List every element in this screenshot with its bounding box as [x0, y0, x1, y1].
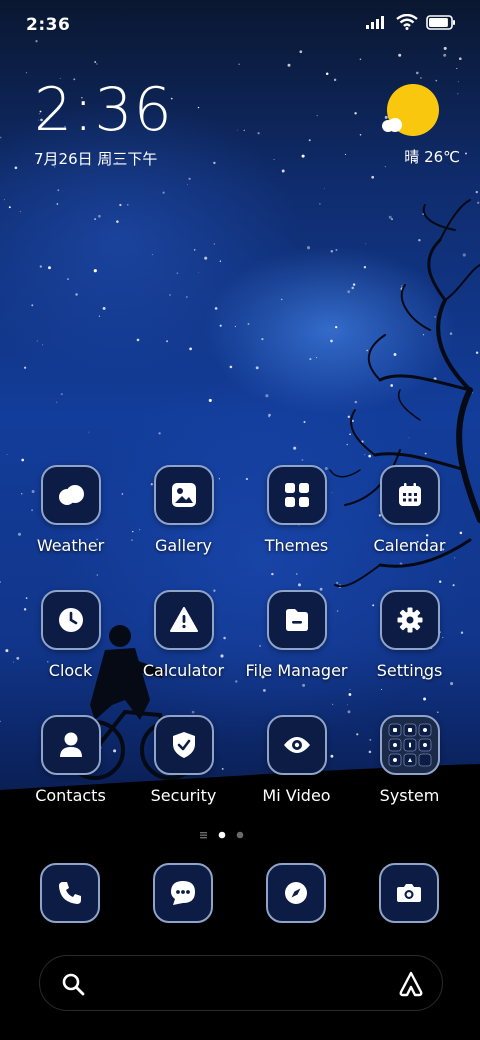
camera-icon [397, 884, 421, 902]
app-file-manager[interactable]: File Manager [240, 590, 353, 680]
gear-icon [397, 607, 422, 633]
clock-widget-date: 7月26日 周三下午 [34, 150, 158, 168]
warning-icon [169, 607, 198, 632]
compass-icon [285, 882, 307, 904]
cloud-icon [58, 485, 84, 505]
app-themes[interactable]: Themes [240, 465, 353, 555]
app-icon-calendar [379, 465, 440, 525]
app-label: Gallery [155, 536, 212, 555]
app-label: File Manager [245, 661, 348, 680]
clock-widget[interactable]: 2:36 7月26日 周三下午 [34, 78, 173, 169]
app-security[interactable]: Security [127, 715, 240, 805]
status-icons [366, 14, 456, 30]
status-bar: 2:36 [0, 0, 480, 50]
dock-phone[interactable] [40, 863, 100, 923]
dock-icon-phone [40, 863, 100, 923]
folder-icon [285, 609, 308, 631]
page-dot-active [218, 831, 226, 839]
search-icon[interactable] [61, 972, 85, 996]
app-icon-contacts [40, 715, 101, 775]
app-icon-mi-video [266, 715, 327, 775]
assistant-icon[interactable] [397, 970, 425, 998]
dock-messages[interactable] [153, 863, 213, 923]
dock-browser[interactable] [266, 863, 326, 923]
app-label: Contacts [35, 786, 106, 805]
clock-widget-time: 2:36 [34, 75, 173, 145]
app-mi-video[interactable]: Mi Video [240, 715, 353, 805]
weather-condition-temp: 晴 26℃ [404, 148, 460, 166]
eye-icon [283, 737, 310, 753]
app-label: Calculator [142, 661, 225, 680]
battery-icon [426, 14, 455, 30]
page-list-icon [200, 832, 207, 839]
shield-icon [172, 732, 195, 758]
grid-icon [284, 483, 309, 507]
app-label: System [379, 786, 440, 805]
clock-icon [58, 608, 83, 632]
status-time: 2:36 [26, 15, 71, 35]
app-calculator[interactable]: Calculator [127, 590, 240, 680]
app-weather[interactable]: Weather [14, 465, 127, 555]
app-label: Security [150, 786, 217, 805]
dock-icon-browser [266, 863, 326, 923]
app-icon-settings [379, 590, 440, 650]
app-gallery[interactable]: Gallery [127, 465, 240, 555]
app-clock[interactable]: Clock [14, 590, 127, 680]
wifi-icon [396, 14, 418, 30]
app-icon-weather [40, 465, 101, 525]
page-indicator[interactable] [200, 829, 280, 841]
app-label: Settings [376, 661, 443, 680]
cloud-icon [382, 118, 402, 132]
phone-icon [59, 882, 81, 904]
app-icon-security [153, 715, 214, 775]
message-icon [171, 881, 195, 905]
app-label: Mi Video [262, 786, 331, 805]
app-icon-system-folder [379, 715, 440, 775]
app-label: Themes [264, 536, 329, 555]
signal-icon [366, 16, 384, 29]
app-label: Clock [48, 661, 93, 680]
search-bar[interactable] [39, 955, 443, 1011]
person-icon [59, 732, 82, 757]
dock-camera[interactable] [379, 863, 439, 923]
app-contacts[interactable]: Contacts [14, 715, 127, 805]
dock-icon-messages [153, 863, 213, 923]
app-calendar[interactable]: Calendar [353, 465, 466, 555]
app-label: Weather [36, 536, 105, 555]
image-icon [171, 483, 196, 507]
dock-icon-camera [379, 863, 439, 923]
page-dot [236, 831, 244, 839]
app-icon-themes [266, 465, 327, 525]
app-icon-clock [40, 590, 101, 650]
app-label: Calendar [373, 536, 446, 555]
folder-grid-icon [388, 723, 431, 767]
app-icon-gallery [153, 465, 214, 525]
calendar-icon [398, 483, 421, 506]
app-folder-system[interactable]: System [353, 715, 466, 805]
app-icon-calculator [153, 590, 214, 650]
app-icon-file-manager [266, 590, 327, 650]
app-settings[interactable]: Settings [353, 590, 466, 680]
